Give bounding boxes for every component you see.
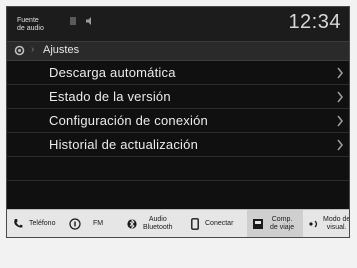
breadcrumb-separator-icon: › — [31, 44, 35, 55]
settings-menu: Descarga automática Estado de la versión… — [7, 61, 349, 181]
volume-icon — [86, 17, 91, 25]
chevron-right-icon — [337, 139, 344, 151]
tab-trip-computer[interactable]: Comp. de viaje — [247, 210, 303, 237]
head-unit-screen: Fuente de audio 12:34 › Ajustes Descarga… — [6, 6, 350, 238]
trip-computer-icon — [253, 218, 263, 229]
menu-item-automatic-download[interactable]: Descarga automática — [7, 61, 349, 85]
menu-item-connection-settings[interactable]: Configuración de conexión — [7, 109, 349, 133]
chevron-right-icon — [337, 115, 344, 127]
chevron-right-icon — [337, 91, 344, 103]
menu-item-label: Estado de la versión — [49, 89, 171, 104]
menu-item-label: Descarga automática — [49, 65, 176, 80]
radio-icon — [69, 217, 81, 230]
menu-item-label: Configuración de conexión — [49, 113, 208, 128]
tab-label: Comp. de viaje — [270, 215, 295, 231]
chevron-right-icon — [337, 67, 344, 79]
tab-display-mode[interactable]: Modo de visual. — [305, 210, 350, 237]
menu-item-version-status[interactable]: Estado de la versión — [7, 85, 349, 109]
settings-gear-icon[interactable] — [14, 45, 25, 56]
tab-label: Teléfono — [29, 219, 56, 227]
menu-item-update-history[interactable]: Historial de actualización — [7, 133, 349, 157]
clock: 12:34 — [288, 11, 341, 33]
bluetooth-icon — [127, 218, 137, 229]
display-mode-icon — [309, 220, 318, 227]
breadcrumb: › Ajustes — [7, 41, 349, 61]
menu-item-empty — [7, 157, 349, 181]
tab-fm[interactable]: FM — [69, 210, 117, 237]
tab-label: FM — [93, 219, 104, 227]
tab-bluetooth-audio[interactable]: Audio Bluetooth — [127, 210, 189, 237]
signal-icon — [70, 17, 76, 25]
tab-label: Audio Bluetooth — [143, 215, 173, 231]
audio-source-button[interactable]: Fuente de audio — [17, 17, 44, 33]
status-bar: Fuente de audio 12:34 — [7, 7, 349, 41]
tab-label: Conectar — [205, 219, 234, 227]
tab-label: Modo de visual. — [323, 215, 350, 231]
bottom-tab-bar: Teléfono FM Audio Bluetooth Conectar Com… — [7, 209, 349, 237]
smartphone-icon — [191, 217, 199, 230]
menu-item-label: Historial de actualización — [49, 137, 198, 152]
tab-phone[interactable]: Teléfono — [13, 210, 65, 237]
status-icons — [69, 16, 95, 26]
tab-connect[interactable]: Conectar — [191, 210, 247, 237]
page-title: Ajustes — [43, 44, 80, 56]
phone-icon — [14, 219, 23, 228]
